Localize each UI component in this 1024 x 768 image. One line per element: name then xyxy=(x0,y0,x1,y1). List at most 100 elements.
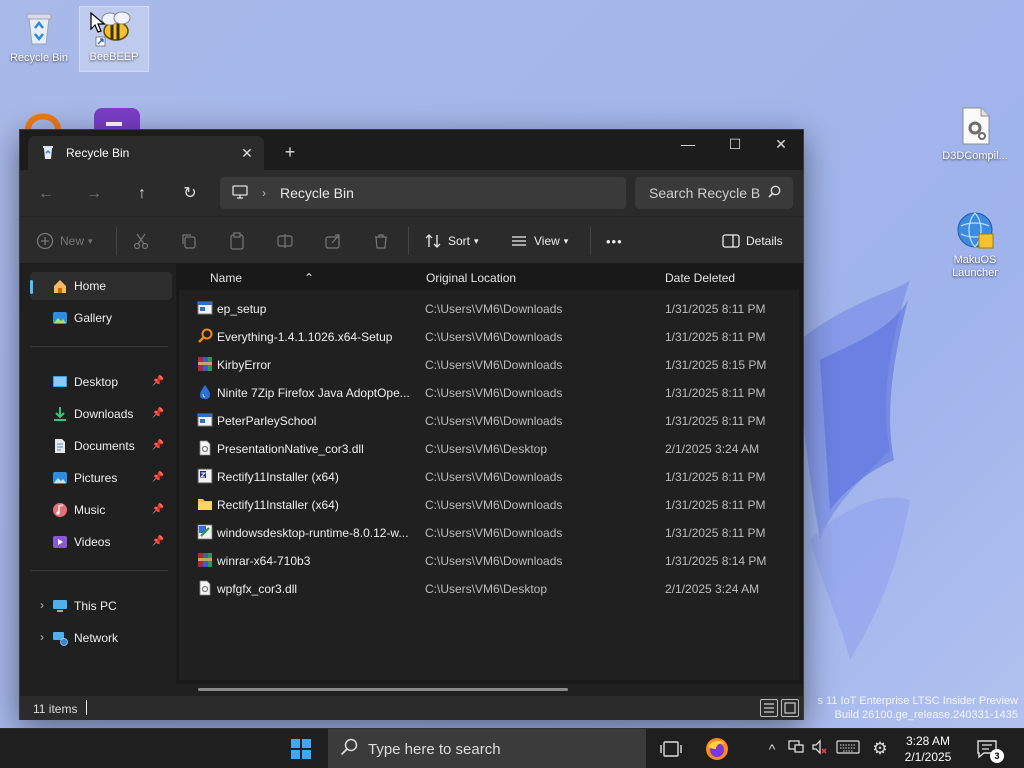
forward-arrow-icon[interactable]: → xyxy=(82,182,106,206)
pin-icon[interactable]: 📌 xyxy=(152,408,164,419)
start-button[interactable] xyxy=(290,738,312,760)
file-date-deleted: 1/31/2025 8:11 PM xyxy=(665,302,766,316)
file-row[interactable]: PeterParleySchool C:\Users\VM6\Downloads 1… xyxy=(179,406,799,434)
file-original-location: C:\Users\VM6\Downloads xyxy=(425,498,563,512)
sidebar-item-videos[interactable]: Videos 📌 xyxy=(30,528,172,556)
file-row[interactable]: windowsdesktop-runtime-8.0.12-w... C:\Use… xyxy=(179,518,799,546)
new-button[interactable]: New ▾ xyxy=(36,231,93,251)
file-row[interactable]: winrar-x64-710b3 C:\Users\VM6\Downloads 1/… xyxy=(179,546,799,574)
column-header-date-deleted[interactable]: Date Deleted xyxy=(665,271,735,285)
cut-button[interactable] xyxy=(132,231,156,251)
file-original-location: C:\Users\VM6\Desktop xyxy=(425,442,548,456)
search-input[interactable]: Search Recycle B xyxy=(635,177,793,209)
pin-icon[interactable]: 📌 xyxy=(152,536,164,547)
column-header-row: ⌃ Name Original Location Date Deleted xyxy=(177,264,803,290)
file-original-location: C:\Users\VM6\Desktop xyxy=(425,582,548,596)
desktop-icon-orange-app[interactable] xyxy=(24,106,62,131)
file-row[interactable]: PresentationNative_cor3.dll C:\Users\VM6\… xyxy=(179,434,799,462)
paste-button[interactable] xyxy=(228,231,252,251)
minimize-button[interactable]: — xyxy=(665,130,711,160)
file-row[interactable]: KirbyError C:\Users\VM6\Downloads 1/31/202… xyxy=(179,350,799,378)
desktop-icon-d3dcompiler[interactable]: D3DCompil... xyxy=(940,106,1010,163)
settings-file-icon xyxy=(955,106,995,146)
pin-icon[interactable]: 📌 xyxy=(152,504,164,515)
file-date-deleted: 1/31/2025 8:11 PM xyxy=(665,330,766,344)
sidebar-item-home[interactable]: Home xyxy=(30,272,172,300)
file-original-location: C:\Users\VM6\Downloads xyxy=(425,470,563,484)
sidebar-item-network[interactable]: › Network xyxy=(30,624,172,652)
ninite-icon xyxy=(197,384,213,400)
rename-button[interactable] xyxy=(276,231,300,251)
plus-circle-icon xyxy=(36,232,54,250)
sidebar-item-downloads[interactable]: Downloads 📌 xyxy=(30,400,172,428)
delete-button[interactable] xyxy=(372,231,396,251)
volume-muted-icon[interactable] xyxy=(810,739,830,759)
horizontal-scrollbar[interactable] xyxy=(198,688,568,691)
keyboard-icon[interactable] xyxy=(836,739,860,759)
watermark-line-2: Build 26100.ge_release.240331-1435 xyxy=(834,709,1019,721)
notification-center-button[interactable]: 3 xyxy=(976,739,1004,763)
firefox-taskbar-button[interactable] xyxy=(705,737,729,761)
network-tray-icon[interactable] xyxy=(786,739,806,759)
share-icon xyxy=(325,234,340,249)
close-tab-icon[interactable]: ✕ xyxy=(238,144,256,162)
breadcrumb-recycle-bin[interactable]: Recycle Bin xyxy=(280,185,354,201)
desktop-icon-recycle-bin[interactable]: Recycle Bin xyxy=(4,8,74,65)
task-view-button[interactable] xyxy=(660,739,682,759)
copy-button[interactable] xyxy=(180,231,204,251)
sidebar-item-gallery[interactable]: Gallery xyxy=(30,304,172,332)
recycle-bin-icon xyxy=(19,8,59,48)
settings-gear-icon[interactable]: ⚙ xyxy=(870,739,890,759)
details-view-icon[interactable] xyxy=(760,699,778,717)
view-button[interactable]: View ▾ xyxy=(510,231,568,251)
back-arrow-icon[interactable]: ← xyxy=(34,182,58,206)
chevron-down-icon: ▾ xyxy=(563,235,569,246)
sidebar-item-this-pc[interactable]: › This PC xyxy=(30,592,172,620)
close-window-button[interactable]: ✕ xyxy=(758,130,804,160)
tiles-view-icon[interactable] xyxy=(781,699,799,717)
file-row[interactable]: wpfgfx_cor3.dll C:\Users\VM6\Desktop 2/1/2… xyxy=(179,574,799,602)
system-clock[interactable]: 3:28 AM 2/1/2025 xyxy=(898,733,958,765)
address-bar[interactable]: › Recycle Bin xyxy=(220,177,626,209)
file-row[interactable]: Rectify11Installer (x64) C:\Users\VM6\Dow… xyxy=(179,490,799,518)
pin-icon[interactable]: 📌 xyxy=(152,472,164,483)
sidebar-item-music[interactable]: Music 📌 xyxy=(30,496,172,524)
chevron-right-icon[interactable]: › xyxy=(262,186,266,200)
column-header-original-location[interactable]: Original Location xyxy=(426,271,516,285)
desktop-icon-purple-app[interactable] xyxy=(94,108,140,138)
title-bar[interactable]: Recycle Bin ✕ + — ☐ ✕ xyxy=(20,130,803,170)
desktop-icon-makuos-launcher[interactable]: MakuOS Launcher xyxy=(940,210,1010,280)
tab-recycle-bin[interactable]: Recycle Bin ✕ xyxy=(28,136,264,170)
details-pane-button[interactable]: Details xyxy=(722,231,783,251)
more-options-button[interactable]: ••• xyxy=(606,231,623,251)
refresh-icon[interactable]: ↻ xyxy=(178,182,202,206)
maximize-button[interactable]: ☐ xyxy=(712,130,758,160)
column-header-name[interactable]: Name xyxy=(210,271,242,285)
sidebar-item-desktop[interactable]: Desktop 📌 xyxy=(30,368,172,396)
file-row[interactable]: Rectify11Installer (x64) C:\Users\VM6\Dow… xyxy=(179,462,799,490)
file-row[interactable]: Ninite 7Zip Firefox Java AdoptOpe... C:\U… xyxy=(179,378,799,406)
chevron-right-icon[interactable]: › xyxy=(40,630,44,644)
file-date-deleted: 1/31/2025 8:11 PM xyxy=(665,526,766,540)
sidebar-item-documents[interactable]: Documents 📌 xyxy=(30,432,172,460)
taskbar-search-input[interactable]: Type here to search xyxy=(328,729,646,768)
pin-icon[interactable]: 📌 xyxy=(152,440,164,451)
sort-button[interactable]: Sort ▾ xyxy=(424,231,479,251)
dll-file-icon xyxy=(197,440,213,456)
new-tab-button[interactable]: + xyxy=(280,142,300,162)
up-arrow-icon[interactable]: ↑ xyxy=(130,182,154,206)
desktop-icon-label: Recycle Bin xyxy=(9,52,69,64)
share-button[interactable] xyxy=(324,231,348,251)
magnifier-icon xyxy=(197,328,213,344)
chevron-right-icon[interactable]: › xyxy=(40,598,44,612)
pin-icon[interactable]: 📌 xyxy=(152,376,164,387)
file-row[interactable]: Everything-1.4.1.1026.x64-Setup C:\Users\… xyxy=(179,322,799,350)
file-name: Rectify11Installer (x64) xyxy=(217,498,339,512)
sidebar-item-pictures[interactable]: Pictures 📌 xyxy=(30,464,172,492)
mouse-cursor-icon xyxy=(90,12,106,33)
show-hidden-icons-chevron-icon[interactable]: ^ xyxy=(762,739,782,759)
document-icon xyxy=(52,438,68,454)
watermark-line-1: s 11 IoT Enterprise LTSC Insider Preview xyxy=(817,695,1018,707)
address-row: ← → ↑ ↻ › Recycle Bin Search Recycle B xyxy=(20,170,803,216)
file-row[interactable]: ep_setup C:\Users\VM6\Downloads 1/31/2025 … xyxy=(179,294,799,322)
